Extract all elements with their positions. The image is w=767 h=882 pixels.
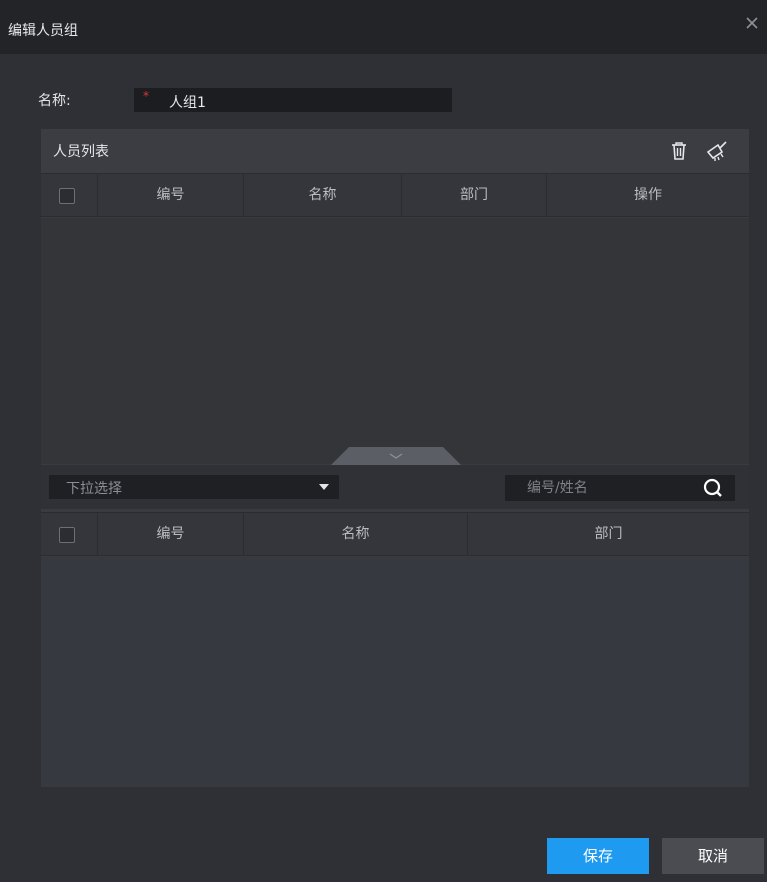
dropdown-placeholder: 下拉选择 <box>66 481 122 497</box>
search-icon[interactable] <box>703 478 723 498</box>
save-button[interactable]: 保存 <box>547 838 649 874</box>
search-input[interactable] <box>505 475 685 501</box>
select-all-checkbox[interactable] <box>59 188 75 204</box>
members-panel-header: 人员列表 <box>41 129 749 173</box>
close-icon[interactable] <box>743 16 761 34</box>
name-label: 名称: <box>38 93 71 109</box>
candidates-table-header: 编号 名称 部门 <box>41 512 749 556</box>
search-box <box>505 475 735 501</box>
column-header[interactable]: 操作 <box>546 174 749 216</box>
filter-bar: 下拉选择 <box>41 465 749 509</box>
cancel-button[interactable]: 取消 <box>662 838 764 874</box>
title-bar: 编辑人员组 <box>0 0 767 54</box>
select-all-checkbox[interactable] <box>59 527 75 543</box>
delete-icon[interactable] <box>667 139 691 163</box>
members-table-body <box>41 218 749 464</box>
dialog-title: 编辑人员组 <box>8 23 78 39</box>
required-mark: * <box>143 89 149 103</box>
column-header[interactable]: 名称 <box>243 174 401 216</box>
candidates-table-body <box>41 557 749 787</box>
column-header[interactable]: 部门 <box>401 174 546 216</box>
select-all-cell <box>41 513 97 555</box>
caret-down-icon <box>319 484 329 490</box>
column-header[interactable]: 编号 <box>97 513 243 555</box>
column-header[interactable]: 名称 <box>243 513 467 555</box>
clear-icon[interactable] <box>705 139 729 163</box>
select-all-cell <box>41 174 97 216</box>
department-dropdown[interactable]: 下拉选择 <box>49 475 339 499</box>
members-panel: 人员列表 编号 名称 部门 操作 下拉选择 编号/姓名 编号 名称 部门 <box>41 129 749 787</box>
name-input[interactable]: * 人组1 <box>134 88 452 112</box>
panel-splitter[interactable] <box>331 447 461 465</box>
name-value[interactable]: 人组1 <box>169 92 206 112</box>
members-panel-title: 人员列表 <box>53 144 109 160</box>
column-header[interactable]: 编号 <box>97 174 243 216</box>
members-table-header: 编号 名称 部门 操作 <box>41 173 749 217</box>
column-header[interactable]: 部门 <box>467 513 749 555</box>
